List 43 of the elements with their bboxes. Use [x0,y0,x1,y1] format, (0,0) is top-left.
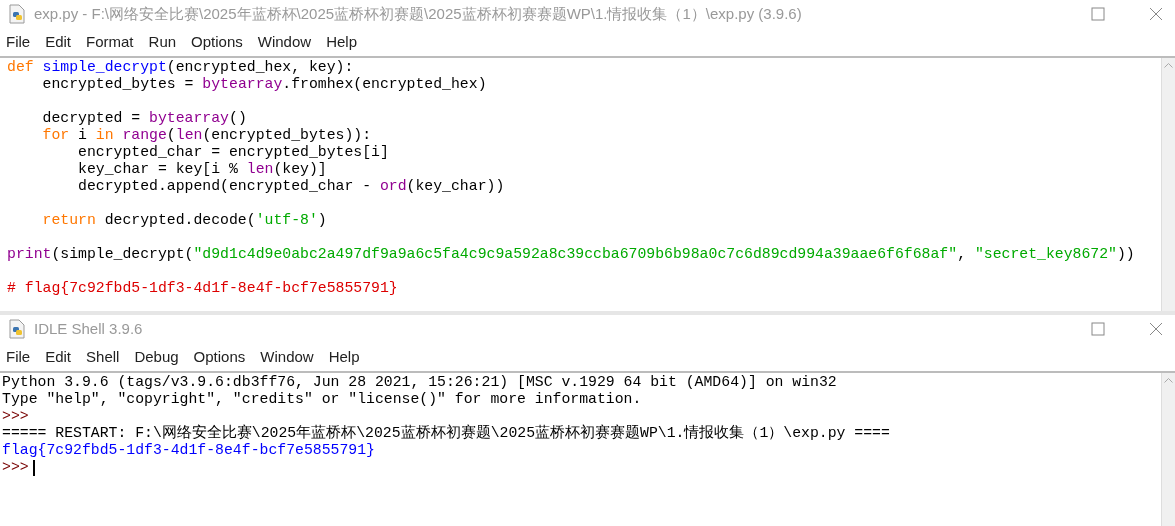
python-file-icon [8,4,26,24]
maximize-button[interactable] [1091,7,1105,21]
menu-item[interactable]: Help [328,345,360,369]
shell-prompt: >>> [2,459,29,476]
scroll-up-icon[interactable] [1164,62,1173,68]
menu-item[interactable]: File [6,30,31,54]
code-line: encrypted_bytes = bytearray.fromhex(encrypted_hex) [41,76,488,93]
text-cursor [32,459,35,476]
shell-line: Type "help", "copyright", "credits" or "license()" for more information. [2,391,642,408]
code-line: print(simple_decrypt("d9d1c4d9e0abc2a497df9a9a6c5fa4c9c9a592a8c39ccba6709b6b98a0c7c6d89cd994a39aae6f6f68af", "secret_key8672")) [7,246,1136,263]
menu-item[interactable]: Options [191,30,243,54]
code-line: key_char = key[i % len(key)] [77,161,328,178]
menu-item[interactable]: Help [326,30,357,54]
maximize-button[interactable] [1091,322,1105,336]
scrollbar[interactable] [1161,373,1175,526]
close-button[interactable] [1149,7,1163,21]
window-title: IDLE Shell 3.9.6 [34,318,143,339]
scroll-up-icon[interactable] [1164,377,1173,383]
python-file-icon [8,319,26,339]
shell-line: Python 3.9.6 (tags/v3.9.6:db3ff76, Jun 28 2021, 15:26:21) [MSC v.1929 64 bit (AMD64)] on win32 [2,374,837,391]
menu-item[interactable]: Format [86,30,134,54]
code-line: for i in range(len(encrypted_bytes)): [41,127,373,144]
menu-item[interactable]: Edit [45,345,72,369]
menu-item[interactable]: Window [260,345,314,369]
code-line: # flag{7c92fbd5-1df3-4d1f-8e4f-bcf7e5855791} [7,280,399,297]
menu-item[interactable]: Edit [45,30,72,54]
shell-prompt: >>> [2,408,29,425]
window-title: exp.py - F:\网络安全比赛\2025年蓝桥杯\2025蓝桥杯初赛题\2025蓝桥杯初赛赛题WP\1.情报收集（1）\exp.py (3.9.6) [34,3,802,24]
code-line: decrypted.append(encrypted_char - ord(key_char)) [77,178,506,195]
code-line: return decrypted.decode('utf-8') [41,212,328,229]
menu-item[interactable]: Shell [86,345,120,369]
shell-line: ===== RESTART: F:\网络安全比赛\2025年蓝桥杯\2025蓝桥杯初赛题\2025蓝桥杯初赛赛题WP\1.情报收集（1）\exp.py ==== [2,425,890,442]
close-button[interactable] [1149,322,1163,336]
code-line: def simple_decrypt(encrypted_hex, key): [7,59,355,76]
menu-item[interactable]: Window [257,30,312,54]
menu-item[interactable]: File [6,345,31,369]
menu-item[interactable]: Options [193,345,246,369]
code-line: encrypted_char = encrypted_bytes[i] [77,144,390,161]
code-line: decrypted = bytearray() [41,110,248,127]
menu-item[interactable]: Debug [134,345,179,369]
menu-item[interactable]: Run [148,30,177,54]
program-output: flag{7c92fbd5-1df3-4d1f-8e4f-bcf7e5855791} [2,442,375,459]
scrollbar[interactable] [1161,58,1175,311]
